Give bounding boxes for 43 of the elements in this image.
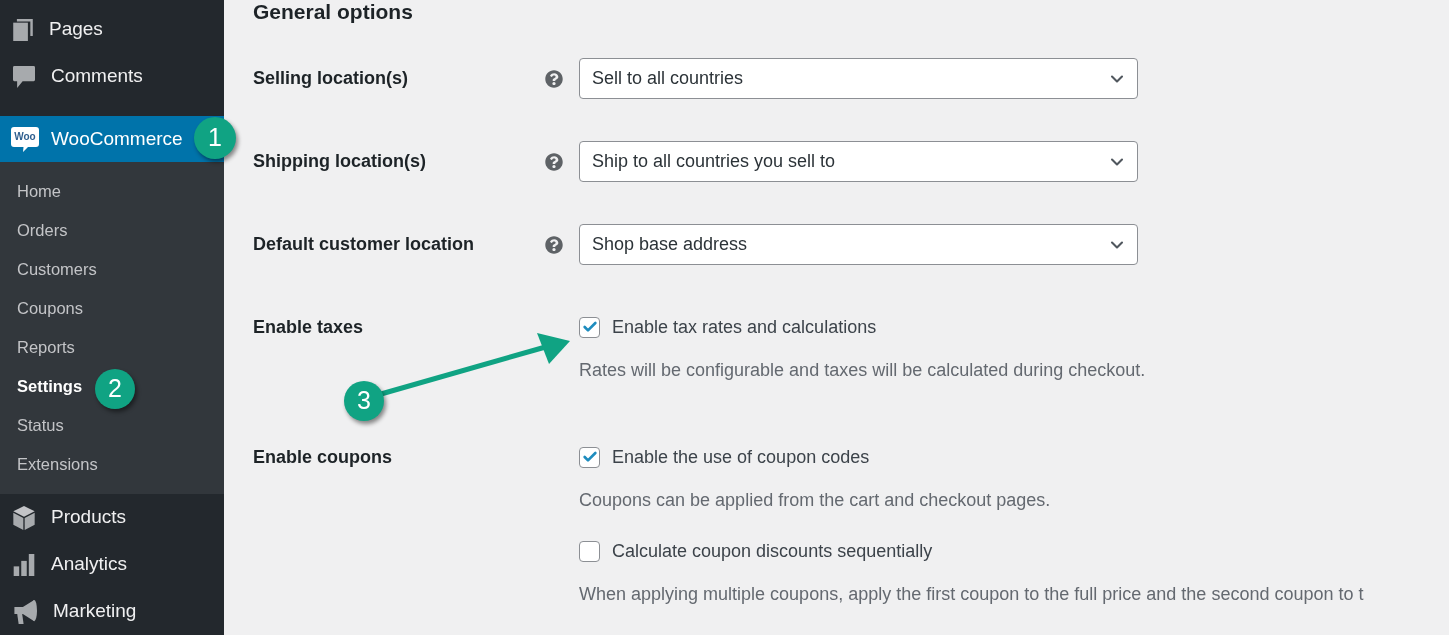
submenu-item[interactable]: Coupons [17,289,84,328]
checkbox-label[interactable]: Calculate coupon discounts sequentially [612,540,933,562]
dropdown-select[interactable]: Ship to all countries you sell to [579,141,1138,182]
setting-label: Shipping location(s) [253,150,426,173]
sidebar-menu-item[interactable]: Analytics [0,541,132,588]
megaphone-icon [13,599,37,624]
help-text: Coupons can be applied from the cart and checkout pages. [579,489,1051,512]
help-text: Rates will be configurable and taxes will be calculated during checkout. [579,359,1146,382]
dropdown-select[interactable]: Sell to all countries [579,58,1138,99]
help-icon[interactable] [545,152,563,171]
checkbox[interactable] [579,540,600,562]
checkmark-icon [581,449,598,465]
sidebar-menu-item[interactable]: Products [0,494,130,541]
sidebar-menu-item[interactable]: Comments [0,53,147,100]
checkmark-icon [581,319,598,335]
checkbox[interactable] [579,446,600,468]
help-icon[interactable] [545,69,563,88]
setting-label: Selling location(s) [253,67,408,90]
box-icon [13,505,35,530]
section-heading: General options [253,0,413,24]
bar-chart-icon [13,553,35,576]
sidebar-menu-item[interactable]: Marketing [0,588,141,635]
submenu-item[interactable]: Extensions [17,445,98,484]
help-icon[interactable] [545,235,563,254]
checkbox-label[interactable]: Enable tax rates and calculations [612,316,877,338]
submenu-item[interactable]: Status [17,406,64,445]
dropdown-select[interactable]: Shop base address [579,224,1138,265]
store-logo: Woo [11,126,39,152]
submenu-item[interactable]: Home [17,172,61,211]
checkbox-label[interactable]: Enable the use of coupon codes [612,446,870,468]
sidebar-menu-item[interactable]: Woo WooCommerce [0,116,187,162]
setting-label: Enable taxes [253,316,364,338]
setting-label: Default customer location [253,233,475,256]
submenu-item[interactable]: Reports [17,328,75,367]
setting-label: Enable coupons [253,446,393,468]
pages-icon [13,18,33,41]
submenu-item[interactable]: Customers [17,250,97,289]
speech-bubble-icon [13,65,35,88]
help-text: When applying multiple coupons, apply the first coupon to the full price and the second coupon to t [579,583,1364,606]
submenu-item[interactable]: Settings [17,367,83,406]
checkbox[interactable] [579,316,600,338]
submenu-item[interactable]: Orders [17,211,68,250]
sidebar-menu-item[interactable]: Pages [0,6,107,53]
